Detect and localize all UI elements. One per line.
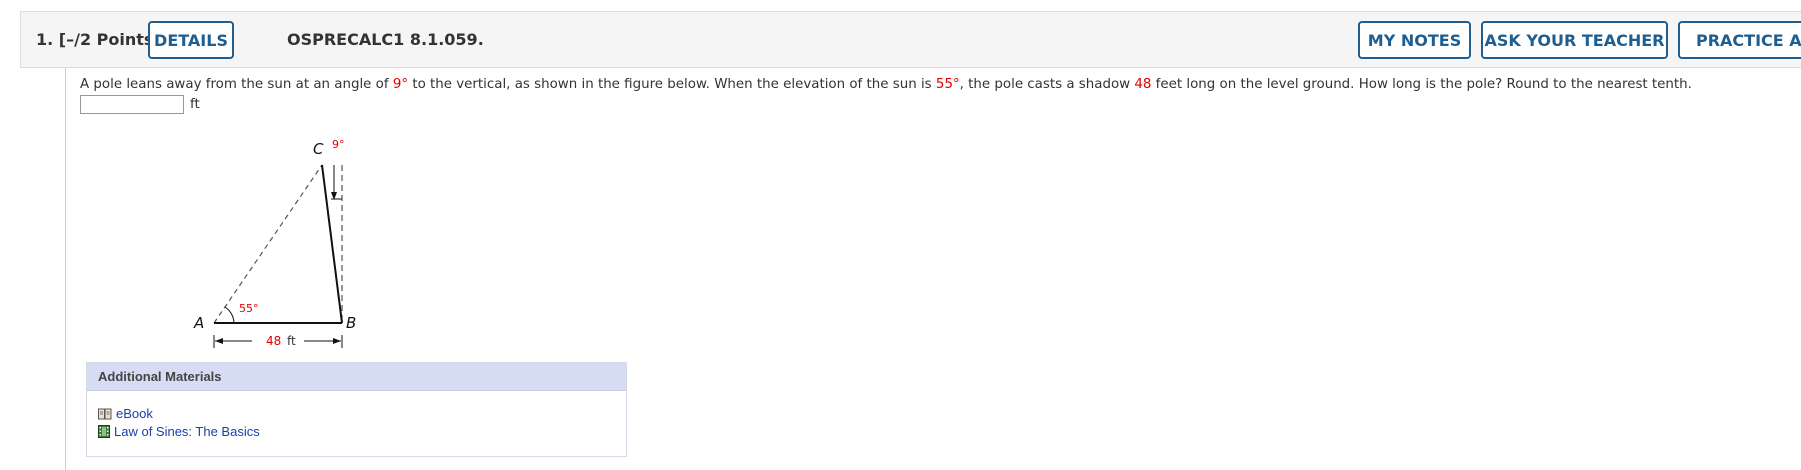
- answer-unit: ft: [190, 97, 200, 112]
- question-text: A pole leans away from the sun at an ang…: [80, 77, 1692, 92]
- question-left-border: [65, 68, 66, 470]
- vertex-c-label: C: [313, 140, 324, 158]
- details-button[interactable]: DETAILS: [148, 21, 234, 59]
- question-number-points: 1. [–/2 Points]: [36, 30, 161, 49]
- additional-materials-title: Additional Materials: [87, 363, 626, 391]
- additional-materials-panel: Additional Materials eBook Law of Sines:…: [86, 362, 627, 457]
- law-of-sines-link[interactable]: Law of Sines: The Basics: [98, 424, 260, 439]
- problem-code: OSPRECALC1 8.1.059.: [287, 30, 484, 49]
- dimension-arrowhead-left: [215, 338, 223, 344]
- vertex-b-label: B: [346, 314, 356, 332]
- ebook-link-label[interactable]: eBook: [116, 406, 153, 421]
- vertex-a-label: A: [193, 314, 204, 332]
- pole-line: [321, 164, 343, 324]
- question-header: 1. [–/2 Points] DETAILS OSPRECALC1 8.1.0…: [20, 11, 1801, 68]
- question-text-part3: , the pole casts a shadow: [959, 77, 1135, 92]
- question-text-part2: to the vertical, as shown in the figure …: [408, 77, 936, 92]
- elevation-angle-label: 55°: [239, 302, 259, 315]
- sun-ray-line: [213, 164, 323, 324]
- question-number: 1.: [36, 30, 54, 49]
- lean-angle-value: 9°: [392, 77, 409, 92]
- dimension-unit: ft: [287, 334, 296, 348]
- shadow-length-value: 48: [1134, 77, 1152, 92]
- question-text-part1: A pole leans away from the sun at an ang…: [80, 77, 393, 92]
- top-angle-label: 9°: [332, 138, 345, 151]
- sun-angle-value: 55°: [935, 77, 960, 92]
- pole-shadow-figure: C 9° A B 55° 48 ft: [193, 138, 356, 348]
- answer-input[interactable]: [80, 95, 184, 114]
- practice-another-button[interactable]: PRACTICE ANOTHER: [1678, 21, 1801, 59]
- film-icon: [98, 425, 110, 438]
- ebook-link[interactable]: eBook: [98, 406, 153, 421]
- ask-your-teacher-button[interactable]: ASK YOUR TEACHER: [1481, 21, 1668, 59]
- elevation-angle-arc: [224, 306, 235, 324]
- law-of-sines-link-label[interactable]: Law of Sines: The Basics: [114, 424, 260, 439]
- points-label: [–/2 Points]: [58, 30, 161, 49]
- question-text-part4: feet long on the level ground. How long …: [1151, 77, 1692, 92]
- my-notes-button[interactable]: MY NOTES: [1358, 21, 1471, 59]
- dimension-value: 48: [266, 334, 281, 348]
- dimension-arrowhead-right: [333, 338, 341, 344]
- book-icon: [98, 408, 112, 420]
